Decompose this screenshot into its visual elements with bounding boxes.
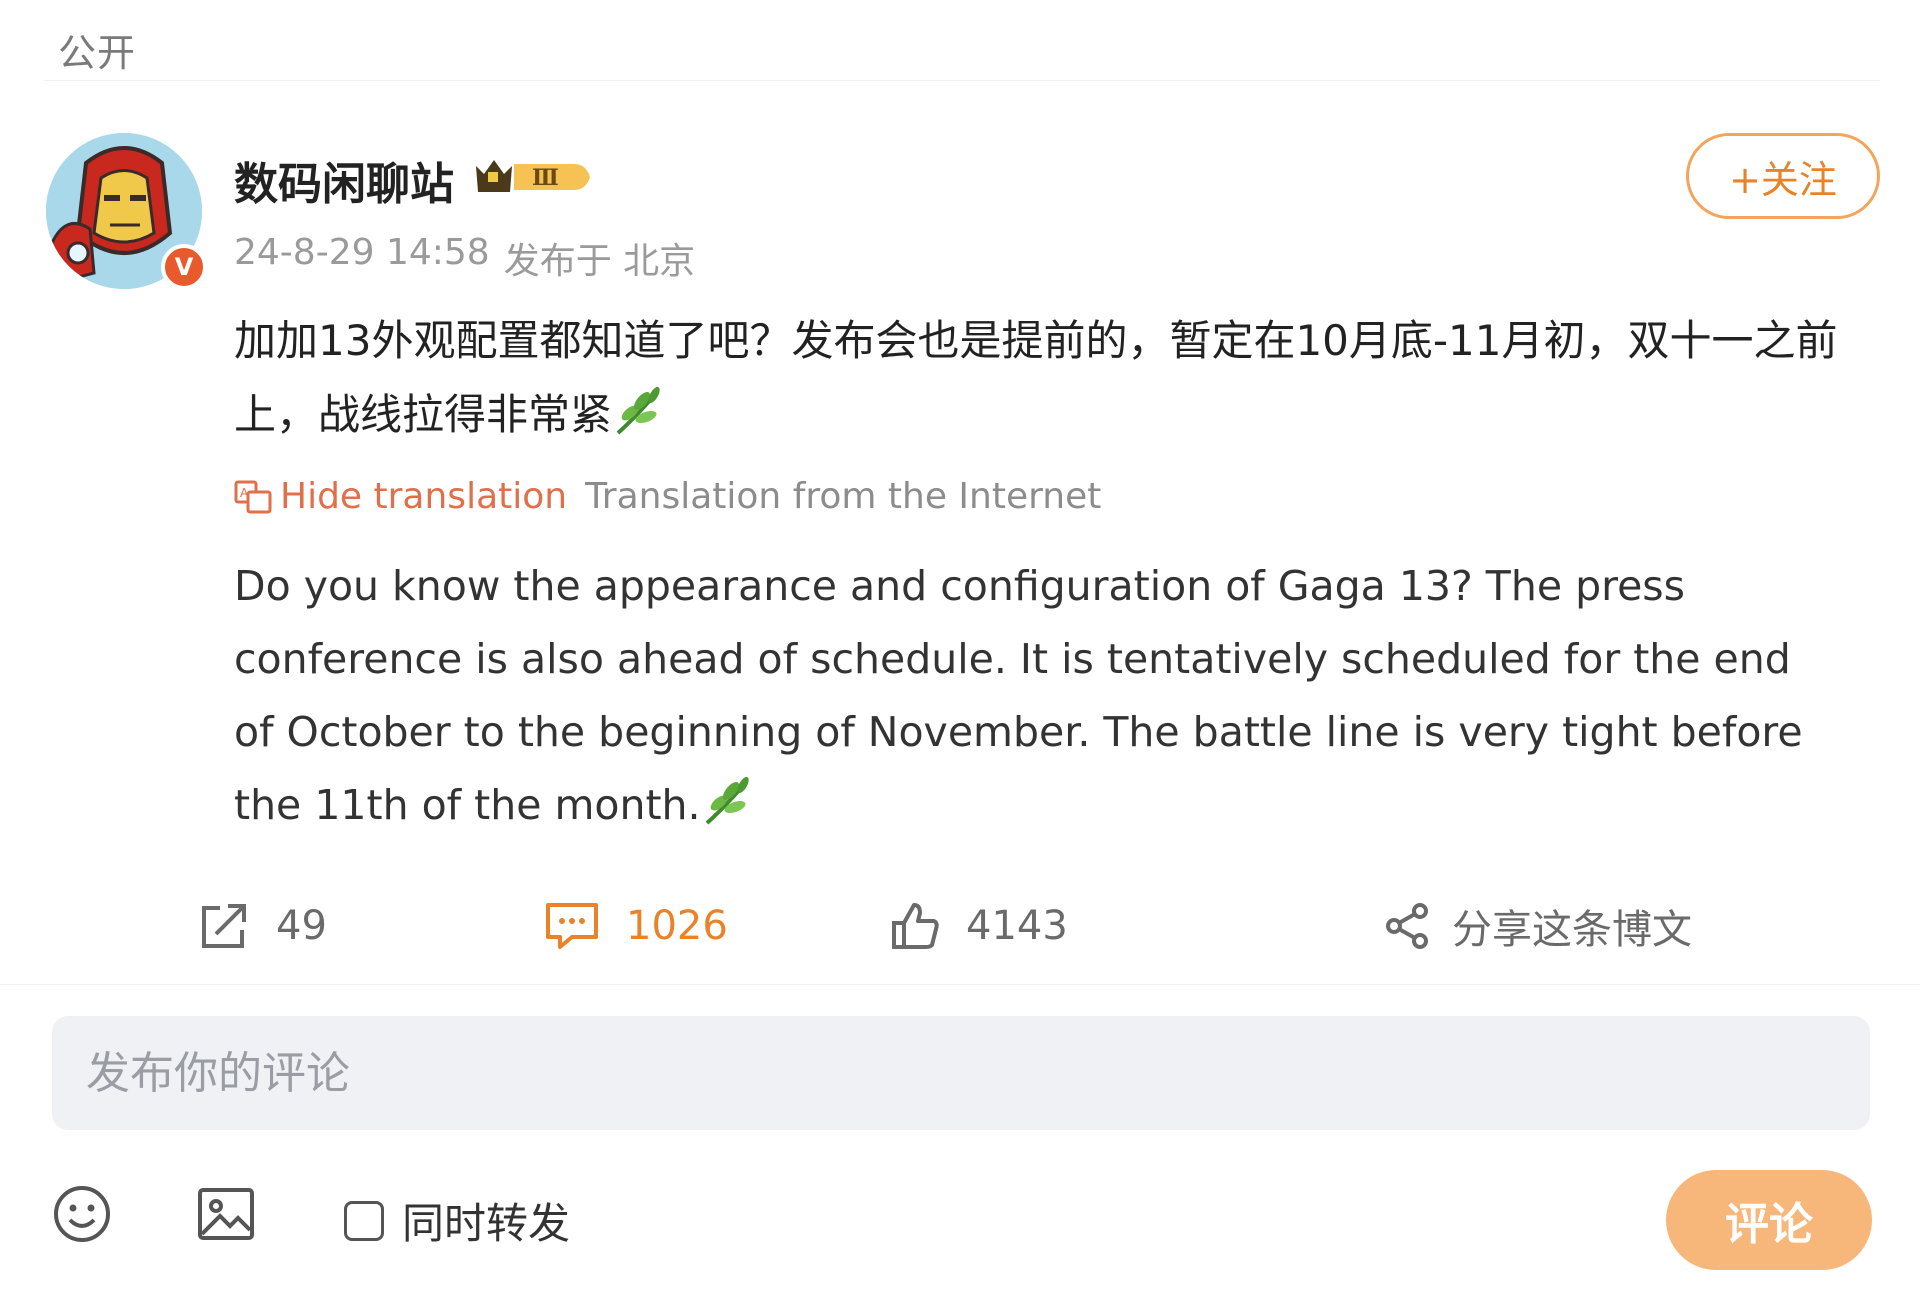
comment-toolbar: 同时转发 评论 — [0, 1170, 1920, 1270]
verified-badge: V — [161, 244, 207, 290]
post-text: 加加13外观配置都知道了吧？发布会也是提前的，暂定在10月底-11月初，双十一之… — [234, 316, 1838, 439]
translate-icon: A — [234, 480, 272, 513]
checkbox[interactable] — [344, 1200, 384, 1241]
share-icon — [1386, 903, 1428, 949]
post-timestamp: 24-8-29 14:58 — [234, 232, 490, 273]
repost-icon — [202, 904, 246, 948]
svg-text:A: A — [240, 486, 249, 500]
post-content: 加加13外观配置都知道了吧？发布会也是提前的，暂定在10月底-11月初，双十一之… — [234, 304, 1864, 452]
post-meta: 24-8-29 14:58 发布于 北京 — [234, 232, 695, 284]
image-icon — [198, 1188, 254, 1240]
hide-translation-button[interactable]: A Hide translation — [234, 476, 567, 517]
post-location: 发布于 北京 — [503, 241, 696, 282]
translation-bar: A Hide translation Translation from the … — [234, 476, 1101, 517]
comment-input[interactable] — [52, 1016, 1870, 1130]
post-actions: 49 1026 4143 分享这条博文 — [0, 888, 1920, 964]
hide-translation-label: Hide translation — [280, 476, 568, 517]
repost-count: 49 — [276, 903, 327, 949]
share-label: 分享这条博文 — [1452, 907, 1692, 953]
comment-button[interactable]: 1026 — [544, 888, 728, 964]
like-count: 4143 — [966, 903, 1068, 949]
divider — [44, 80, 1880, 81]
translation-source: Translation from the Internet — [585, 476, 1102, 517]
divider — [0, 984, 1920, 985]
translation-content: Do you know the appearance and configura… — [234, 550, 1834, 842]
share-button[interactable]: 分享这条博文 — [1384, 888, 1692, 964]
follow-button[interactable]: +关注 — [1686, 133, 1880, 219]
image-button[interactable] — [196, 1184, 256, 1248]
submit-comment-button[interactable]: 评论 — [1666, 1170, 1872, 1270]
author-name[interactable]: 数码闲聊站 — [234, 148, 454, 212]
like-icon — [892, 903, 939, 949]
vip-badge: Ⅲ — [474, 152, 594, 202]
like-button[interactable]: 4143 — [890, 888, 1068, 964]
comment-icon — [546, 903, 598, 949]
emoji-button[interactable] — [52, 1184, 112, 1248]
repost-button[interactable]: 49 — [198, 888, 327, 964]
crown-icon: Ⅲ — [476, 160, 590, 192]
repost-too-label: 同时转发 — [402, 1199, 571, 1248]
translation-text: Do you know the appearance and configura… — [234, 562, 1803, 829]
visibility-label: 公开 — [58, 31, 137, 75]
emoji-icon — [54, 1186, 110, 1242]
leaf-emoji-icon — [705, 776, 749, 825]
vip-level-text: Ⅲ — [532, 165, 559, 191]
repost-too-checkbox[interactable]: 同时转发 — [344, 1190, 570, 1251]
leaf-emoji-icon — [616, 386, 660, 435]
comment-count: 1026 — [626, 903, 728, 949]
